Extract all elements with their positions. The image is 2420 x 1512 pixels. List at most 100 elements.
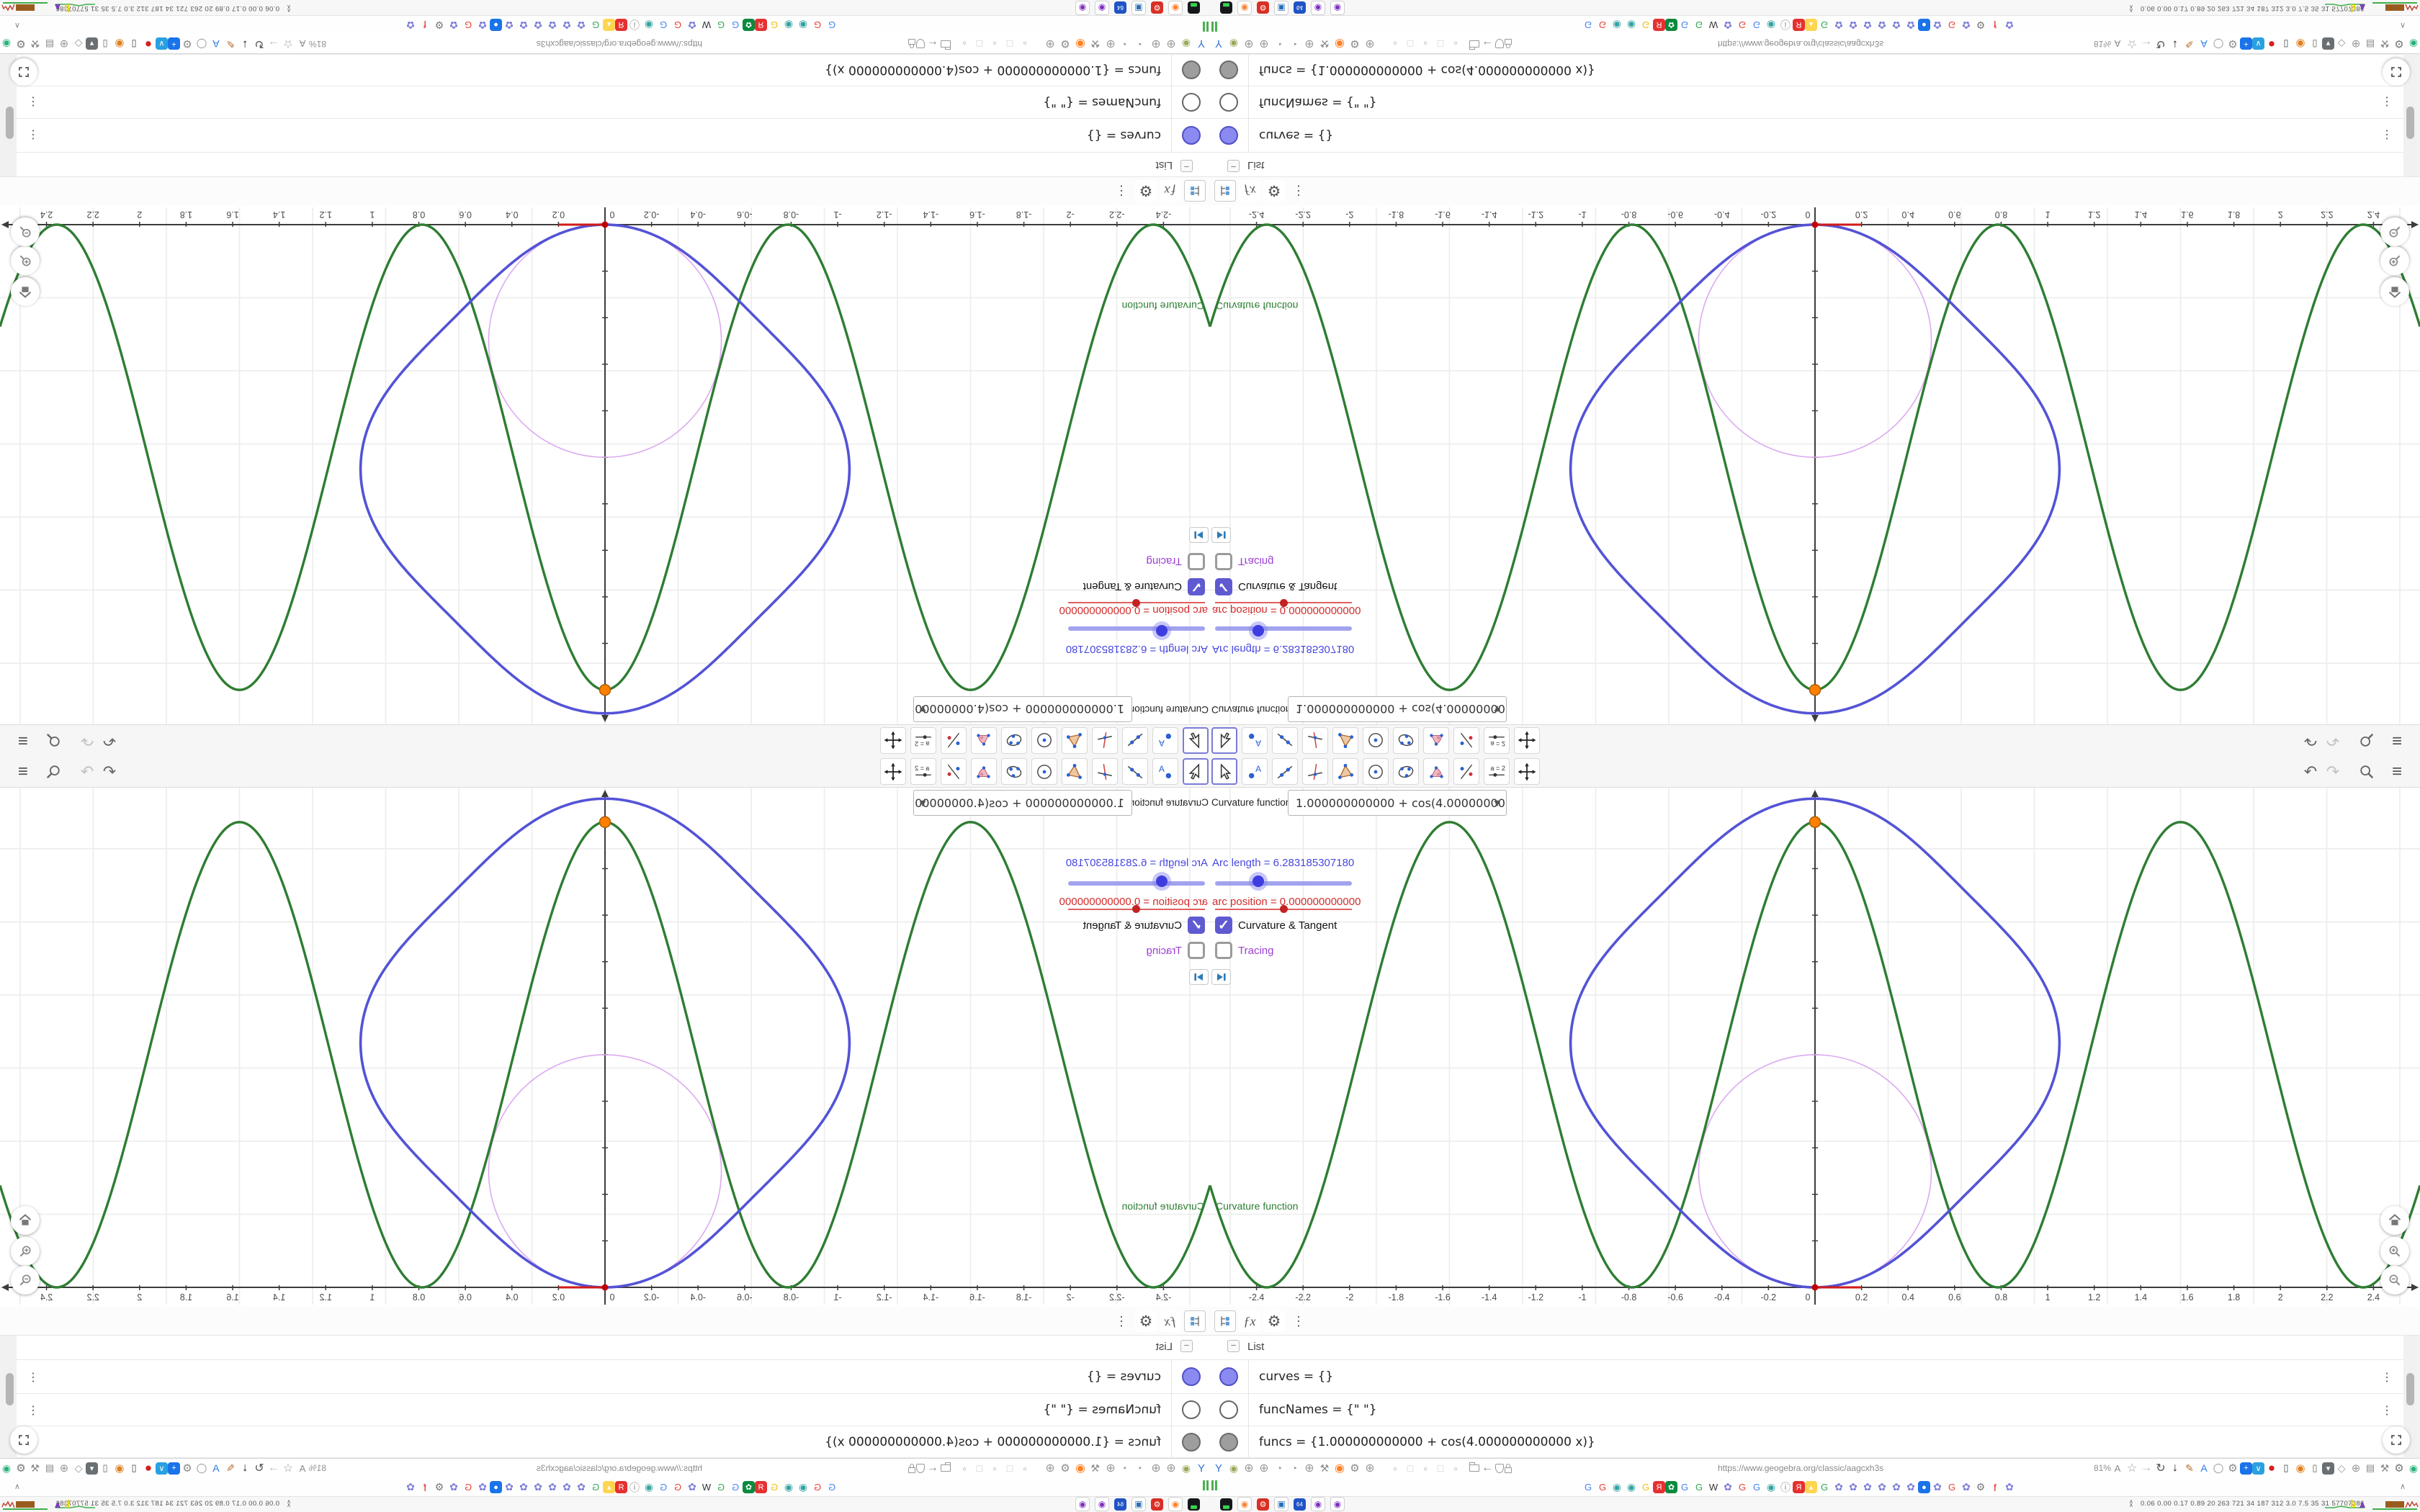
hamburger-menu-icon[interactable]: ≡ — [2387, 730, 2407, 750]
flower-favicon[interactable]: ✿ — [1721, 18, 1735, 32]
google-favicon[interactable]: G — [767, 1480, 781, 1495]
tool-slider-button[interactable]: a = 2 — [1484, 758, 1510, 785]
visibility-toggle-curves[interactable] — [1182, 126, 1201, 145]
gear-favicon[interactable]: ⚙ — [432, 18, 447, 32]
display-app-icon[interactable]: ▣ — [1131, 1, 1146, 15]
curvature-tangent-checkbox[interactable]: ✓ — [1188, 578, 1205, 595]
marker-icon[interactable]: ✎ — [2182, 37, 2197, 51]
bin-icon[interactable]: ▯ — [2308, 1461, 2322, 1475]
photo-favicon[interactable]: ▴ — [603, 19, 615, 31]
graphics-view[interactable]: -2.4 -2.2 -2 -1.8 -1.6 -1.4 -1.2 -1 -0.8 -0.6 -0.4… — [1210, 788, 2420, 1305]
square-icon[interactable]: □ — [1003, 37, 1017, 51]
back-arrow-icon[interactable]: ← — [926, 37, 940, 51]
sphere-favicon[interactable]: ◉ — [1764, 1480, 1778, 1495]
network-globe-icon[interactable]: ◉ — [2293, 37, 2308, 51]
square-icon[interactable]: □ — [1403, 37, 1417, 51]
gear-favicon[interactable]: ⚙ — [1973, 18, 1988, 32]
algebra-row-funcs[interactable]: funcs = {1.000000000000 + cos(4.00000000… — [0, 1426, 1210, 1458]
undo-button[interactable]: ↶ — [2300, 762, 2321, 782]
info-favicon[interactable]: ⓘ — [627, 18, 642, 32]
firefox-icon[interactable]: ◉ — [1332, 1461, 1347, 1475]
gauge-icon[interactable]: ◔ — [1134, 1461, 1148, 1475]
wrench-icon[interactable]: ⚒ — [1317, 37, 1332, 51]
f-favicon[interactable]: f — [418, 1480, 432, 1495]
curvature-tangent-checkbox[interactable]: ✓ — [1215, 578, 1232, 595]
photo-favicon[interactable]: ▴ — [1805, 1481, 1817, 1493]
y-logo-icon[interactable]: Y — [1194, 1461, 1209, 1475]
reload-icon[interactable]: ↻ — [252, 1461, 266, 1475]
globe-icon[interactable]: ⊕ — [1043, 1461, 1057, 1475]
google-favicon[interactable]: G — [671, 1480, 685, 1495]
google-favicon[interactable]: G — [1581, 1480, 1595, 1495]
gear-icon[interactable]: ⚙ — [2392, 1461, 2406, 1475]
wikipedia-favicon[interactable]: W — [699, 1480, 714, 1495]
gauge-icon[interactable]: ◔ — [1134, 37, 1148, 51]
forward-icon[interactable]: → — [266, 37, 281, 51]
settings-gear-button[interactable]: ⚙ — [1135, 180, 1157, 202]
tool-ellipse-button[interactable] — [1001, 727, 1027, 754]
mask-app-icon[interactable]: ◉ — [1330, 1, 1345, 15]
shield-gray-icon[interactable]: ◇ — [2334, 37, 2349, 51]
gear-icon[interactable]: ⚙ — [180, 37, 194, 51]
google-favicon[interactable]: G — [714, 1480, 728, 1495]
flower-favicon[interactable]: ✿ — [1860, 1480, 1875, 1495]
settings-gear-button[interactable]: ⚙ — [1263, 1310, 1285, 1332]
globe-gray-icon[interactable]: ⊕ — [57, 1461, 71, 1475]
forward-icon[interactable]: → — [266, 1461, 281, 1475]
f-favicon[interactable]: f — [1988, 18, 2002, 32]
tool-move-view-button[interactable] — [880, 727, 906, 754]
arc-position-point[interactable] — [601, 221, 609, 228]
kebab-menu-icon[interactable]: ⋮ — [2381, 94, 2393, 109]
translate-icon[interactable]: A — [295, 1461, 310, 1475]
marker-icon[interactable]: ✎ — [2182, 1461, 2197, 1475]
visibility-toggle-curves[interactable] — [1182, 1367, 1201, 1386]
tool-point-button[interactable]: A — [1152, 758, 1178, 785]
flower-favicon[interactable]: ✿ — [447, 1480, 461, 1495]
green-dot-icon[interactable]: ◉ — [2406, 1461, 2420, 1475]
yandex-favicon[interactable]: Я — [1793, 1481, 1805, 1493]
google-favicon[interactable]: G — [1749, 18, 1764, 32]
arc-length-slider-handle[interactable] — [1252, 625, 1264, 636]
firefox-icon[interactable]: ◉ — [1073, 1461, 1088, 1475]
translate-blue-icon[interactable]: A — [2197, 1461, 2211, 1475]
tool-point-button[interactable]: A — [1152, 727, 1178, 754]
tool-reflect-button[interactable] — [941, 727, 967, 754]
square-icon[interactable]: □ — [972, 1461, 987, 1475]
ublock-shield-icon[interactable]: ▾ — [2322, 1462, 2334, 1475]
yandex-favicon[interactable]: Я — [755, 1481, 767, 1493]
shield-gray-icon[interactable]: ◇ — [71, 1461, 86, 1475]
google-favicon[interactable]: G — [1692, 18, 1706, 32]
google-favicon[interactable]: G — [656, 18, 671, 32]
gear-icon[interactable]: ⚙ — [14, 37, 28, 51]
arc-position-slider-handle[interactable] — [1132, 905, 1140, 913]
ublock-shield-icon[interactable]: ▾ — [86, 37, 98, 50]
flower-favicon[interactable]: ✿ — [1832, 18, 1846, 32]
star-icon[interactable]: ☆ — [2125, 37, 2139, 51]
gear-icon[interactable]: ⚙ — [180, 1461, 194, 1475]
tool-circle-center-button[interactable] — [1031, 727, 1057, 754]
kebab-menu-button[interactable]: ⋮ — [1111, 180, 1132, 202]
forward-icon[interactable]: → — [2139, 37, 2154, 51]
hamburger-menu-icon[interactable]: ≡ — [13, 762, 33, 782]
tool-move-view-button[interactable] — [1514, 758, 1540, 785]
tracing-checkbox[interactable] — [1188, 942, 1205, 959]
function-dropdown[interactable]: 1.000000000000 + cos(4.000000000000 x) ▼ — [1288, 790, 1507, 816]
f-favicon[interactable]: f — [1988, 1480, 2002, 1495]
dot-icon[interactable]: ∘ — [1448, 1461, 1463, 1475]
arc-length-slider-handle[interactable] — [1156, 876, 1168, 887]
page-icon[interactable]: ▤ — [42, 37, 57, 51]
gear-icon[interactable]: ⚙ — [1058, 1461, 1072, 1475]
flower-favicon[interactable]: ✿ — [1930, 1480, 1945, 1495]
globe-icon[interactable]: ⊕ — [1257, 1461, 1271, 1475]
dot-icon[interactable]: ∘ — [987, 37, 1002, 51]
algebra-row-funcNames[interactable]: funcNames = {" "} ⋮ — [1210, 1393, 2420, 1426]
led-circle-icon[interactable]: ◉ — [1227, 37, 1241, 51]
square-icon[interactable]: □ — [1433, 37, 1448, 51]
sphere-favicon[interactable]: ◉ — [1764, 18, 1778, 32]
google-favicon[interactable]: G — [1735, 1480, 1749, 1495]
photo-favicon[interactable]: ▴ — [1805, 19, 1817, 31]
tool-perpendicular-line-button[interactable] — [1302, 758, 1328, 785]
algebra-row-funcs[interactable]: funcs = {1.000000000000 + cos(4.00000000… — [1210, 54, 2420, 86]
lock-icon[interactable] — [1505, 39, 1512, 45]
globe-icon[interactable]: ⊕ — [1363, 1461, 1377, 1475]
